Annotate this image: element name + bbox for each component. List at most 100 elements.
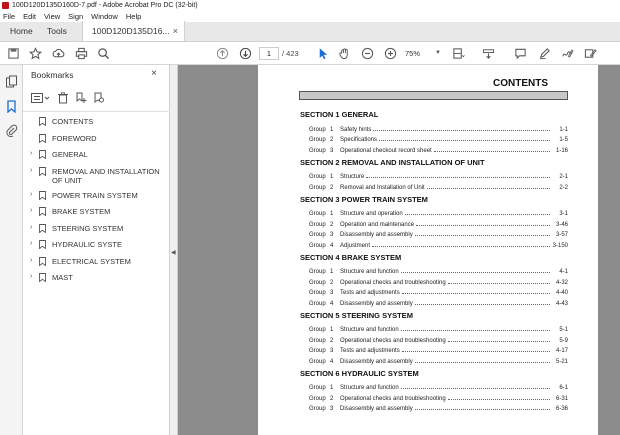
tab-document-label: 100D120D135D16...	[92, 26, 170, 36]
toc-entry[interactable]: Group 4 Adjustment 3-150	[300, 238, 568, 249]
page-number-input[interactable]: 1	[259, 47, 279, 60]
bookmark-icon	[39, 207, 46, 216]
toc-page-number: 4-43	[555, 300, 568, 307]
toc-entry[interactable]: Group 2 Specifications 1-5	[300, 133, 568, 143]
toc-entry[interactable]: Group 4 Disassembly and assembly 5-21	[300, 354, 568, 365]
chevron-right-icon[interactable]: ›	[30, 167, 32, 174]
page-thumbnails-icon[interactable]	[5, 75, 18, 88]
bookmark-removal-installation[interactable]: › REMOVAL AND INSTALLATION OF UNIT	[23, 165, 170, 189]
toc-group-label: Group	[309, 242, 326, 249]
chevron-right-icon[interactable]: ›	[30, 224, 32, 231]
scroll-mode-icon[interactable]	[481, 46, 495, 60]
options-menu-icon[interactable]	[31, 91, 51, 103]
tab-document[interactable]: 100D120D135D16... ×	[82, 21, 185, 41]
page-layout-icon[interactable]	[451, 46, 465, 60]
toc-entry[interactable]: Group 2 Removal and Installation of Unit 2-…	[300, 180, 568, 191]
toc-entry[interactable]: Group 2 Operational checks and troubleshoo…	[300, 391, 568, 402]
bookmark-hydraulic[interactable]: › HYDRAULIC SYSTE	[23, 238, 170, 255]
toc-entry[interactable]: Group 1 Safety hints 1-1	[300, 122, 568, 133]
next-page-icon[interactable]	[238, 46, 252, 60]
chevron-right-icon[interactable]: ›	[30, 150, 32, 157]
bookmark-contents[interactable]: CONTENTS	[23, 115, 170, 132]
bookmark-power-train[interactable]: › POWER TRAIN SYSTEM	[23, 189, 170, 206]
chevron-right-icon[interactable]: ›	[30, 257, 32, 264]
highlight-pen-icon[interactable]	[537, 46, 551, 60]
bookmark-star-icon[interactable]	[28, 46, 42, 60]
new-bookmark-icon[interactable]	[75, 91, 87, 103]
chevron-right-icon[interactable]: ›	[30, 191, 32, 198]
close-panel-icon[interactable]: ×	[151, 68, 157, 79]
upload-cloud-icon[interactable]	[51, 46, 65, 60]
title-bar: 100D120D135D160D-7.pdf - Adobe Acrobat P…	[0, 0, 620, 11]
panel-collapse-handle[interactable]: ◀	[170, 65, 178, 435]
toc-page-number: 5-21	[555, 358, 568, 365]
toc-group-number: 2	[330, 184, 334, 191]
bookmark-foreword[interactable]: FOREWORD	[23, 132, 170, 149]
bookmark-brake[interactable]: › BRAKE SYSTEM	[23, 205, 170, 222]
chevron-right-icon[interactable]: ›	[30, 273, 32, 280]
document-viewer[interactable]: CONTENTS SECTION 1 GENERAL Group 1 Safety h…	[178, 65, 620, 435]
tab-tools[interactable]: Tools	[37, 21, 82, 41]
menu-sign[interactable]: Sign	[68, 12, 83, 21]
menu-file[interactable]: File	[3, 12, 15, 21]
previous-page-icon[interactable]	[215, 46, 229, 60]
menu-window[interactable]: Window	[91, 12, 118, 21]
bookmark-icon	[39, 190, 46, 200]
menu-view[interactable]: View	[44, 12, 60, 21]
chevron-right-icon[interactable]: ›	[30, 207, 32, 214]
toc-entry[interactable]: Group 3 Tests and adjustments 4-40	[300, 286, 568, 296]
toc-entry[interactable]: Group 3 Disassembly and assembly 3-57	[300, 228, 568, 238]
toolbar: 1 / 423 75% ▼	[0, 42, 620, 65]
close-tab-icon[interactable]: ×	[173, 26, 178, 36]
toc-entry-title: Disassembly and assembly	[340, 406, 413, 412]
tab-home[interactable]: Home	[0, 21, 37, 41]
toc-leader-dots	[447, 340, 550, 342]
search-icon[interactable]	[96, 46, 110, 60]
section-heading: SECTION 1 GENERAL	[300, 110, 379, 119]
save-icon[interactable]	[6, 46, 20, 60]
pdf-page: CONTENTS SECTION 1 GENERAL Group 1 Safety h…	[258, 65, 598, 435]
navigation-rail	[0, 65, 23, 435]
toc-entry[interactable]: Group 1 Structure and operation 3-1	[300, 207, 568, 217]
menu-edit[interactable]: Edit	[23, 12, 36, 21]
sign-icon[interactable]	[560, 46, 574, 60]
menu-help[interactable]: Help	[126, 12, 141, 21]
toc-entry[interactable]: Group 4 Disassembly and assembly 4-43	[300, 296, 568, 307]
toc-group-label: Group	[309, 147, 326, 154]
toc-entry[interactable]: Group 3 Disassembly and assembly 6-36	[300, 402, 568, 412]
table-of-contents: SECTION 1 GENERAL Group 1 Safety hints 1-1 Gr…	[300, 110, 568, 412]
panel-title: Bookmarks	[31, 70, 74, 80]
toc-entry[interactable]: Group 3 Tests and adjustments 4-17	[300, 344, 568, 354]
toc-entry[interactable]: Group 1 Structure 2-1	[300, 170, 568, 180]
toc-entry[interactable]: Group 1 Structure and function 4-1	[300, 265, 568, 275]
fill-sign-icon[interactable]	[583, 46, 597, 60]
zoom-select[interactable]: 75% ▼	[405, 47, 441, 60]
select-cursor-icon[interactable]	[315, 46, 329, 60]
print-icon[interactable]	[74, 46, 88, 60]
bookmark-steering[interactable]: › STEERING SYSTEM	[23, 222, 170, 239]
toc-entry-title: Disassembly and assembly	[340, 358, 413, 365]
chevron-right-icon[interactable]: ›	[30, 240, 32, 247]
toc-entry[interactable]: Group 2 Operation and maintenance 3-46	[300, 217, 568, 228]
toc-entry[interactable]: Group 3 Operational checkout record sheet 1…	[300, 143, 568, 154]
hand-tool-icon[interactable]	[337, 46, 351, 60]
bookmark-general[interactable]: › GENERAL	[23, 148, 170, 165]
delete-bookmark-icon[interactable]	[57, 91, 69, 104]
zoom-out-icon[interactable]	[360, 46, 374, 60]
attachments-icon[interactable]	[5, 124, 18, 138]
toc-entry[interactable]: Group 2 Operational checks and troubleshoo…	[300, 333, 568, 344]
toc-group-number: 3	[330, 147, 334, 154]
comment-icon[interactable]	[513, 46, 527, 60]
toc-entry[interactable]: Group 2 Operational checks and troubleshoo…	[300, 275, 568, 286]
bookmark-electrical[interactable]: › ELECTRICAL SYSTEM	[23, 255, 170, 272]
zoom-in-icon[interactable]	[383, 46, 397, 60]
bookmark-mast[interactable]: › MAST	[23, 271, 170, 288]
toc-entry[interactable]: Group 1 Structure and function 5-1	[300, 323, 568, 333]
bookmark-label: STEERING SYSTEM	[52, 223, 124, 233]
bookmark-icon	[39, 117, 46, 126]
bookmark-search-icon[interactable]	[93, 91, 105, 103]
toc-entry[interactable]: Group 1 Structure and function 6-1	[300, 381, 568, 391]
bookmark-list: CONTENTS FOREWORD › GENERAL › REMOVAL AN…	[23, 115, 170, 288]
bookmarks-panel: Bookmarks × CONTENTS FOREWORD › GENERAL	[23, 65, 170, 435]
bookmarks-panel-icon[interactable]	[5, 100, 18, 114]
